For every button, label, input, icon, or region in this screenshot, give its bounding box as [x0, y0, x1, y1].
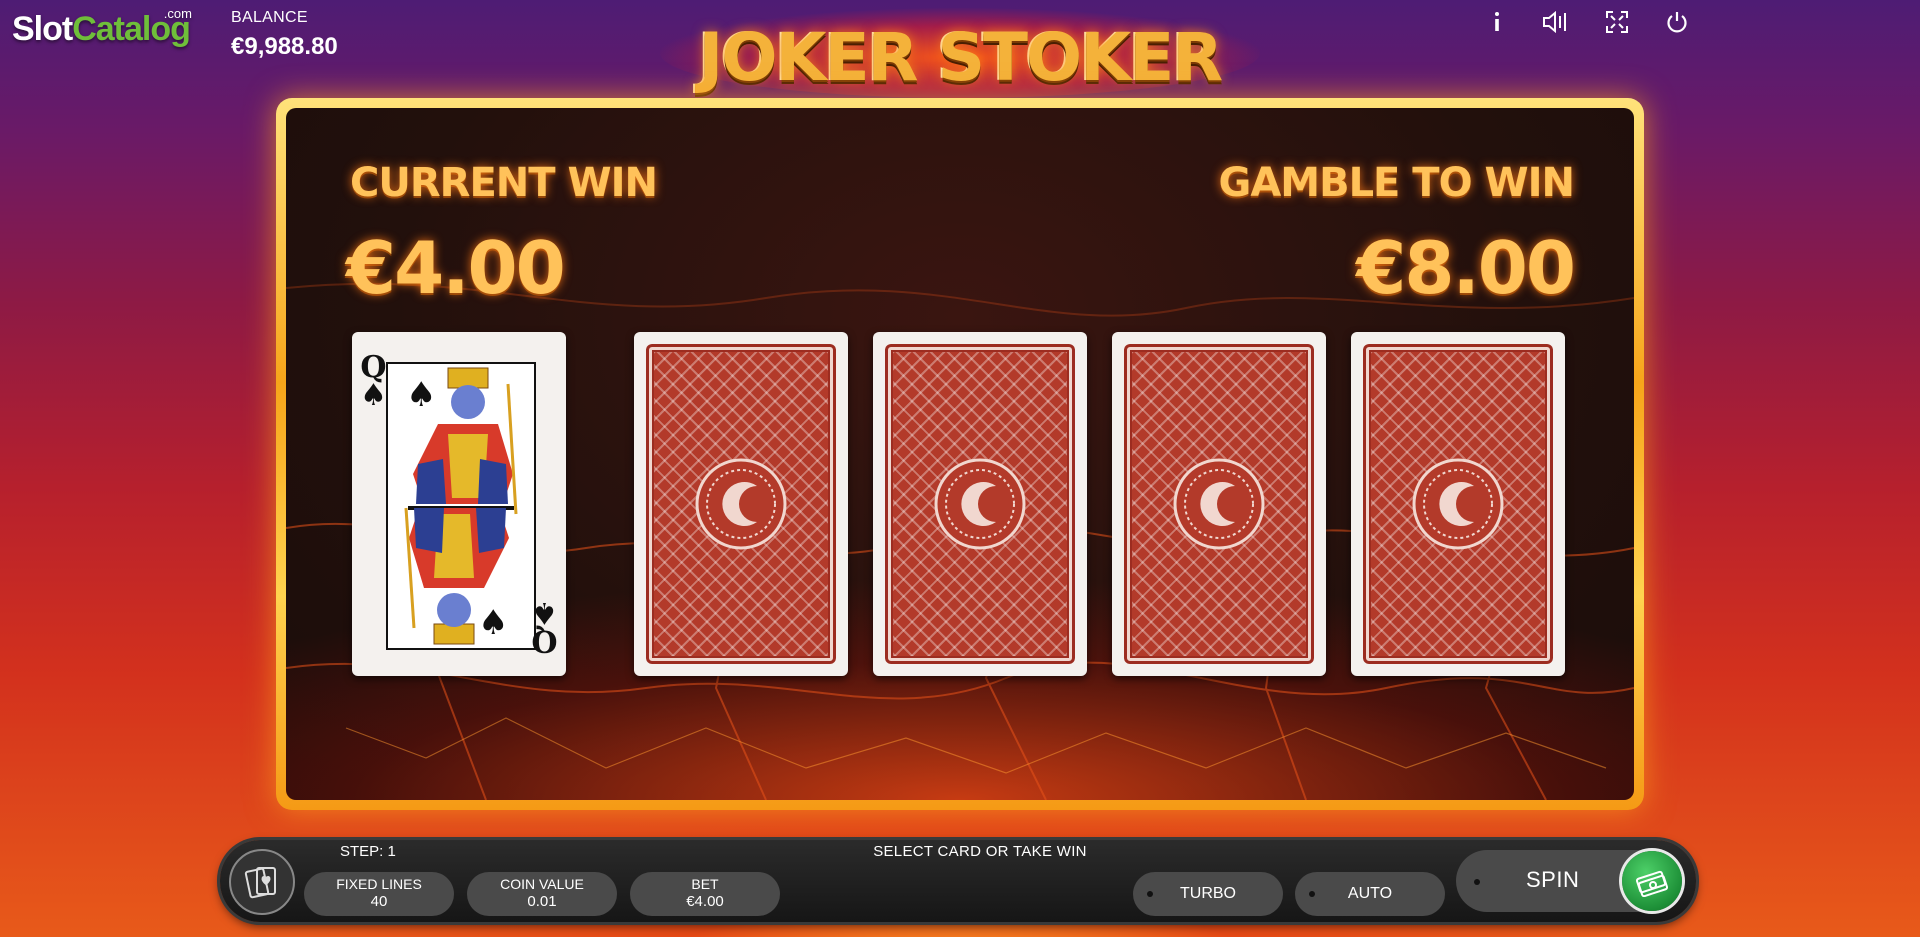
svg-text:♠: ♠ [478, 603, 508, 643]
card-suit-bottom: ♠ [531, 595, 558, 630]
card-corner-top: Q ♠ [360, 353, 387, 413]
fixed-lines-display: FIXED LINES 40 [304, 872, 454, 916]
logo-suffix: .com [163, 6, 192, 21]
cards-icon [244, 867, 276, 899]
turbo-button[interactable]: TURBO [1133, 872, 1283, 916]
gamble-board: CURRENT WIN €4.00 GAMBLE TO WIN €8.00 Q ♠… [286, 108, 1634, 800]
card-back-pattern [1124, 344, 1314, 664]
spin-indicator-dot [1474, 879, 1480, 885]
card-back-pattern [1363, 344, 1553, 664]
gamble-to-win-label: GAMBLE TO WIN [1218, 160, 1575, 206]
face-down-card-4[interactable] [1351, 332, 1565, 676]
gamble-button[interactable] [229, 849, 295, 915]
bet-selector[interactable]: BET €4.00 [630, 872, 780, 916]
spin-button[interactable]: SPIN [1456, 850, 1684, 912]
face-down-card-1[interactable] [634, 332, 848, 676]
status-message: SELECT CARD OR TAKE WIN [873, 843, 1087, 860]
svg-text:♠: ♠ [406, 375, 436, 415]
auto-indicator-dot [1309, 891, 1315, 897]
coin-value-label: COIN VALUE [500, 876, 584, 892]
info-icon[interactable] [1480, 8, 1514, 36]
face-down-card-2[interactable] [873, 332, 1087, 676]
dealer-card: Q ♠ ♠ ♠ Q ♠ [352, 332, 566, 676]
coin-value-selector[interactable]: COIN VALUE 0.01 [467, 872, 617, 916]
bet-label: BET [691, 876, 719, 892]
step-indicator: STEP: 1 [340, 843, 396, 860]
turbo-label: TURBO [1180, 885, 1236, 902]
card-emblem-icon [695, 458, 787, 550]
control-bar: STEP: 1 SELECT CARD OR TAKE WIN FIXED LI… [220, 840, 1696, 922]
gamble-to-win-value: €8.00 [1356, 226, 1576, 310]
power-icon[interactable] [1660, 8, 1694, 36]
current-win-label: CURRENT WIN [350, 160, 658, 206]
card-emblem-icon [1173, 458, 1265, 550]
spin-label: SPIN [1526, 867, 1580, 892]
balance-value: €9,988.80 [231, 33, 338, 60]
top-bar: SlotCatalog .com BALANCE €9,988.80 JOKER… [0, 0, 1920, 98]
game-title: JOKER STOKER [698, 19, 1223, 96]
card-back-pattern [885, 344, 1075, 664]
logo-text-slot: Slot [12, 10, 73, 48]
card-emblem-icon [1412, 458, 1504, 550]
card-back-pattern [646, 344, 836, 664]
card-emblem-icon [934, 458, 1026, 550]
card-suit: ♠ [360, 378, 387, 413]
turbo-indicator-dot [1147, 891, 1153, 897]
coin-value-value: 0.01 [527, 893, 557, 910]
balance-display: BALANCE €9,988.80 [231, 9, 338, 61]
auto-button[interactable]: AUTO [1295, 872, 1445, 916]
queen-illustration: ♠ ♠ [386, 362, 536, 650]
bet-value: €4.00 [686, 893, 724, 910]
site-logo: SlotCatalog .com [12, 6, 192, 49]
game-logo: JOKER STOKER [640, 8, 1280, 100]
fullscreen-icon[interactable] [1600, 8, 1634, 36]
fixed-lines-value: 40 [370, 893, 388, 910]
header-controls [1480, 8, 1694, 36]
balance-label: BALANCE [231, 9, 308, 26]
face-down-card-3[interactable] [1112, 332, 1326, 676]
gamble-frame: CURRENT WIN €4.00 GAMBLE TO WIN €8.00 Q ♠… [276, 98, 1644, 810]
sound-icon[interactable] [1540, 8, 1574, 36]
fixed-lines-label: FIXED LINES [336, 876, 422, 892]
current-win-value: €4.00 [346, 226, 566, 310]
auto-label: AUTO [1347, 885, 1393, 902]
card-corner-bottom: Q ♠ [531, 595, 558, 658]
collect-money-icon[interactable] [1622, 851, 1682, 911]
